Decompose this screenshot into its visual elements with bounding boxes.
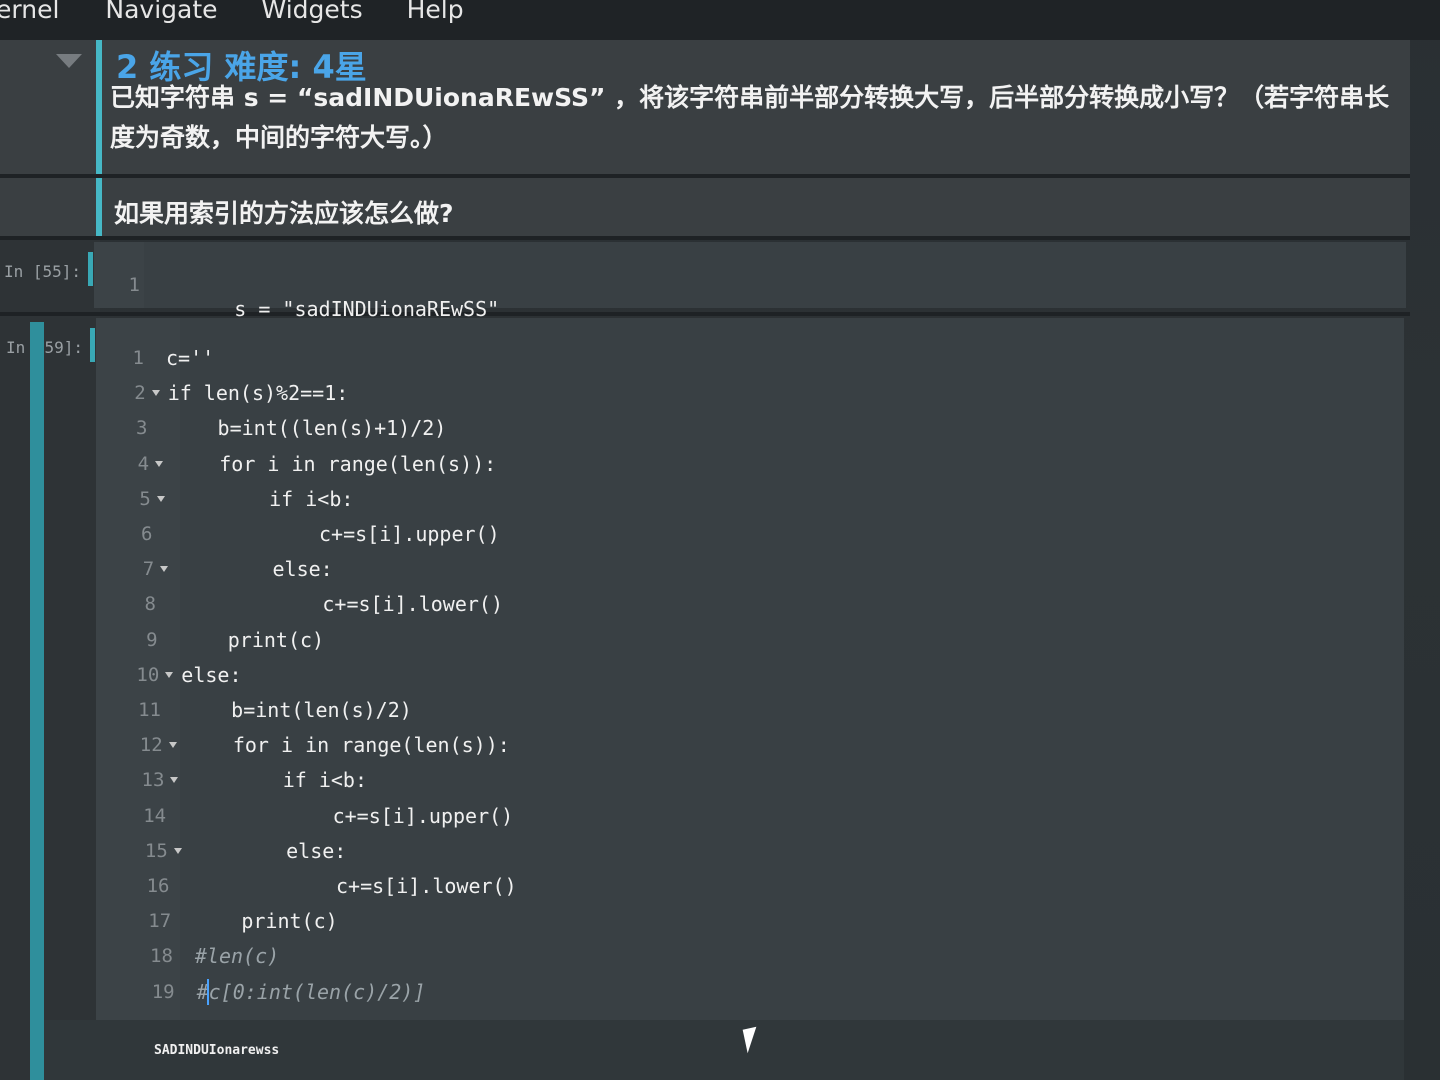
fold-toggle-icon[interactable] <box>168 742 177 749</box>
text-cursor <box>207 978 209 1005</box>
code-line[interactable]: if i<b: <box>186 767 367 793</box>
line-number: 10 <box>136 663 160 686</box>
cell-left-border <box>88 252 93 286</box>
code-line[interactable]: for i in range(len(s)): <box>185 732 510 758</box>
line-number: 6 <box>141 523 153 545</box>
code-line[interactable]: c='' <box>166 345 214 371</box>
menu-bar: ernel Navigate Widgets Help <box>0 0 1440 40</box>
line-number: 3 <box>135 417 148 440</box>
code-line[interactable]: c+=s[i].lower() <box>192 873 517 899</box>
line-number: 16 <box>146 875 170 897</box>
code-line[interactable]: if len(s)%2==1: <box>168 380 349 406</box>
code-text: s = "sadINDUionaREwSS" <box>234 297 500 321</box>
code-line[interactable]: print(c) <box>180 627 324 653</box>
markdown-cell-exercise[interactable]: 2 练习 难度: 4星 已知字符串 s = “sadINDUionaREwSS”… <box>0 40 1410 174</box>
code-line[interactable]: for i in range(len(s)): <box>171 451 496 477</box>
cell-divider <box>0 236 1410 240</box>
cell-selection-bar <box>96 178 102 236</box>
code-line[interactable]: print(c) <box>193 908 337 934</box>
cell-output: SADINDUIonarewss <box>154 1043 280 1058</box>
code-line[interactable]: else: <box>181 662 241 688</box>
line-number: 11 <box>138 699 161 721</box>
line-number: 13 <box>141 769 165 792</box>
fold-toggle-icon[interactable] <box>170 777 179 784</box>
cell-prompt-border <box>90 328 95 362</box>
fold-toggle-icon[interactable] <box>165 671 174 678</box>
line-number: 9 <box>146 628 158 651</box>
menu-help[interactable]: Help <box>407 0 464 30</box>
menu-navigate[interactable]: Navigate <box>105 0 217 30</box>
line-number: 8 <box>144 593 156 616</box>
fold-toggle-icon[interactable] <box>151 390 160 397</box>
fold-toggle-icon[interactable] <box>160 566 169 573</box>
line-number: 15 <box>144 839 168 862</box>
code-line[interactable]: c+=s[i].upper() <box>175 521 500 547</box>
code-line[interactable]: b=int((len(s)+1)/2) <box>169 415 447 441</box>
line-number: 17 <box>148 910 172 933</box>
fold-toggle-icon[interactable] <box>173 847 182 854</box>
line-number: 18 <box>150 945 173 968</box>
code-line[interactable]: else: <box>190 838 346 864</box>
notebook-screen: ernel Navigate Widgets Help 2 练习 难度: 4星 … <box>0 0 1440 1080</box>
code-line[interactable]: #c[0:int(len(c)/2)] <box>197 979 426 1005</box>
code-line[interactable]: #len(c) <box>195 943 279 969</box>
exercise-description: 已知字符串 s = “sadINDUionaREwSS” ，将该字符串前半部分转… <box>110 83 1390 152</box>
code-line[interactable]: c+=s[i].lower() <box>178 591 503 617</box>
cell-left-border <box>30 322 44 1080</box>
code-line[interactable]: b=int(len(s)/2) <box>183 697 412 723</box>
code-line[interactable]: s = "sadINDUionaREwSS" <box>162 270 499 348</box>
fold-toggle-icon[interactable] <box>155 460 164 467</box>
line-number: 7 <box>142 558 155 581</box>
markdown-cell-question[interactable]: 如果用索引的方法应该怎么做? <box>0 178 1410 236</box>
line-number: 1 <box>132 347 144 369</box>
line-number: 1 <box>128 274 140 296</box>
line-number: 4 <box>137 452 150 475</box>
input-prompt: In [59]: <box>6 338 84 357</box>
line-number: 14 <box>143 804 167 827</box>
line-number: 12 <box>139 734 163 757</box>
line-number: 2 <box>134 382 146 405</box>
code-line[interactable]: else: <box>176 556 333 582</box>
code-line[interactable]: if i<b: <box>173 486 353 512</box>
question-text: 如果用索引的方法应该怎么做? <box>114 199 454 228</box>
line-number: 5 <box>139 487 151 510</box>
collapse-heading-icon[interactable] <box>56 54 82 68</box>
menu-widgets[interactable]: Widgets <box>262 0 363 30</box>
line-number: 19 <box>151 980 175 1003</box>
input-prompt: In [55]: <box>4 262 82 281</box>
fold-toggle-icon[interactable] <box>156 495 165 502</box>
menu-kernel[interactable]: ernel <box>0 0 59 30</box>
code-line[interactable]: c+=s[i].upper() <box>188 803 514 829</box>
cell-selection-bar <box>96 40 102 174</box>
